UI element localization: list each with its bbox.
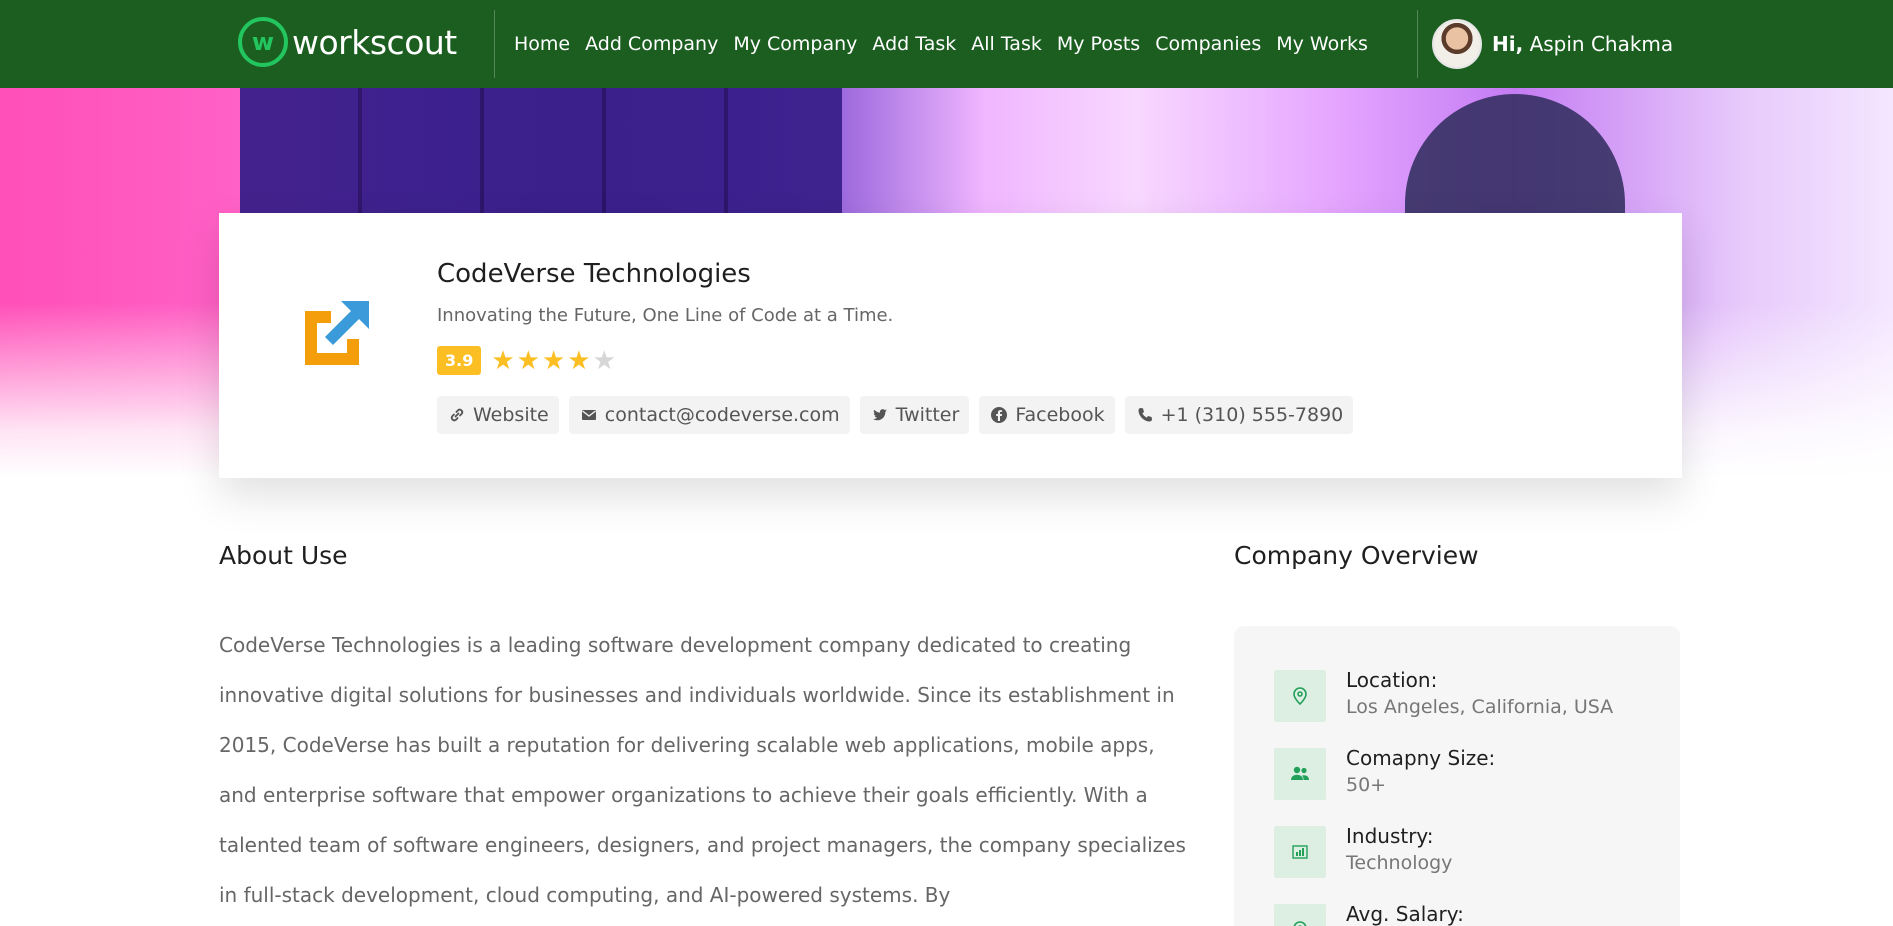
overview-location: Location: Los Angeles, California, USA xyxy=(1274,668,1654,724)
map-pin-icon xyxy=(1274,670,1326,722)
rating-badge: 3.9 xyxy=(437,346,482,375)
about-body: CodeVerse Technologies is a leading soft… xyxy=(219,633,1186,907)
phone-link[interactable]: +1 (310) 555-7890 xyxy=(1124,396,1354,434)
map-pin-icon xyxy=(1274,904,1326,926)
users-icon xyxy=(1274,748,1326,800)
facebook-link-label: Facebook xyxy=(1015,404,1105,426)
twitter-link-label: Twitter xyxy=(895,404,960,426)
link-icon xyxy=(447,405,467,425)
size-value: 50+ xyxy=(1346,774,1387,796)
about-title: About Use xyxy=(219,541,348,570)
size-label: Comapny Size: xyxy=(1346,746,1496,770)
industry-label: Industry: xyxy=(1346,824,1434,848)
user-menu[interactable]: Hi, Aspin Chakma xyxy=(1432,18,1673,70)
nav-divider xyxy=(1417,10,1418,78)
star-rating: ★ ★ ★ ★ ★ xyxy=(491,348,618,374)
email-link-label: contact@codeverse.com xyxy=(604,404,840,426)
company-name: CodeVerse Technologies xyxy=(437,259,751,289)
facebook-link[interactable]: Facebook xyxy=(979,396,1115,434)
hero-screen-wall xyxy=(240,88,842,213)
user-name: Aspin Chakma xyxy=(1529,32,1674,56)
overview-title: Company Overview xyxy=(1234,541,1479,570)
nav-divider xyxy=(494,10,495,78)
star-icon: ★ xyxy=(516,345,540,376)
website-link-label: Website xyxy=(473,404,549,426)
email-link[interactable]: contact@codeverse.com xyxy=(568,396,850,434)
company-header-card: CodeVerse Technologies Innovating the Fu… xyxy=(219,213,1682,478)
facebook-icon xyxy=(989,405,1009,425)
nav-link-companies[interactable]: Companies xyxy=(1155,33,1261,55)
star-empty-icon: ★ xyxy=(592,345,616,376)
nav-link-add-task[interactable]: Add Task xyxy=(872,33,956,55)
location-value: Los Angeles, California, USA xyxy=(1346,696,1614,718)
overview-salary: Avg. Salary: xyxy=(1274,902,1654,926)
twitter-icon xyxy=(870,405,890,425)
nav-links: Home Add Company My Company Add Task All… xyxy=(514,0,1383,88)
envelope-icon xyxy=(579,405,599,425)
rating-row: 3.9 ★ ★ ★ ★ ★ xyxy=(437,346,618,375)
chart-icon xyxy=(1274,826,1326,878)
company-overview-card: Location: Los Angeles, California, USA C… xyxy=(1234,626,1680,926)
company-tagline: Innovating the Future, One Line of Code … xyxy=(437,305,894,326)
greeting-text: Hi, xyxy=(1492,32,1524,56)
star-icon: ★ xyxy=(541,345,566,376)
nav-link-add-company[interactable]: Add Company xyxy=(585,33,718,55)
workscout-logo-icon: w xyxy=(238,17,288,67)
nav-link-all-task[interactable]: All Task xyxy=(971,33,1042,55)
company-logo-icon xyxy=(297,293,377,373)
overview-size: Comapny Size: 50+ xyxy=(1274,746,1654,802)
nav-link-my-company[interactable]: My Company xyxy=(733,33,857,55)
brand-logo[interactable]: w workscout xyxy=(238,17,457,67)
industry-value: Technology xyxy=(1346,852,1453,874)
nav-link-home[interactable]: Home xyxy=(514,33,570,55)
nav-link-my-works[interactable]: My Works xyxy=(1276,33,1368,55)
company-links: Website contact@codeverse.com Twitter Fa… xyxy=(437,396,1363,434)
overview-industry: Industry: Technology xyxy=(1274,824,1654,880)
location-label: Location: xyxy=(1346,668,1438,692)
top-navbar: w workscout Home Add Company My Company … xyxy=(0,0,1893,88)
star-icon: ★ xyxy=(491,345,515,376)
avatar[interactable] xyxy=(1432,19,1482,69)
phone-icon xyxy=(1135,405,1155,425)
phone-link-label: +1 (310) 555-7890 xyxy=(1160,404,1344,426)
twitter-link[interactable]: Twitter xyxy=(859,396,970,434)
salary-label: Avg. Salary: xyxy=(1346,902,1464,926)
user-greeting: Hi, Aspin Chakma xyxy=(1492,32,1673,56)
star-icon: ★ xyxy=(567,345,591,376)
nav-link-my-posts[interactable]: My Posts xyxy=(1057,33,1140,55)
brand-name: workscout xyxy=(292,22,457,62)
website-link[interactable]: Website xyxy=(437,396,559,434)
